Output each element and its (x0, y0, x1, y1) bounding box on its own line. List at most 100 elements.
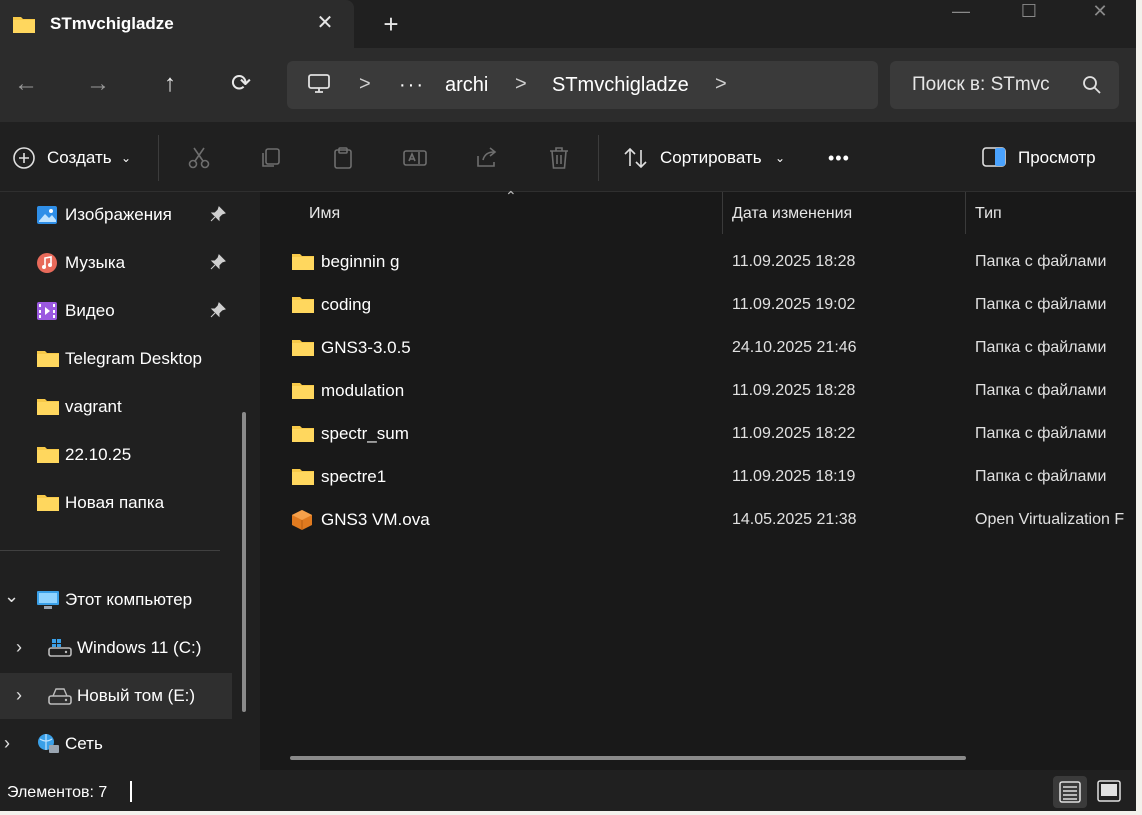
sidebar-item-vagrant[interactable]: vagrant (0, 384, 232, 430)
column-divider[interactable] (965, 192, 966, 234)
sidebar-item-new-folder[interactable]: Новая папка (0, 480, 232, 526)
folder-icon (291, 337, 315, 362)
search-box[interactable] (890, 61, 1119, 109)
column-divider[interactable] (722, 192, 723, 234)
chevron-right-icon[interactable]: › (16, 685, 22, 706)
table-row[interactable]: coding 11.09.2025 19:02 Папка с файлами (262, 284, 1136, 327)
details-view-button[interactable] (1053, 776, 1087, 808)
sidebar-item-network[interactable]: › Сеть (0, 721, 232, 767)
chevron-right-icon[interactable]: › (4, 733, 10, 754)
pin-icon[interactable] (210, 206, 226, 227)
minimize-button[interactable]: — (938, 0, 984, 26)
file-list: ⌃ Имя Дата изменения Тип beginnin g 11.0… (262, 188, 1136, 770)
breadcrumb-overflow-button[interactable]: ··· (399, 74, 425, 97)
chevron-right-icon[interactable]: › (16, 637, 22, 658)
sidebar-item-pictures[interactable]: Изображения (0, 192, 232, 238)
sidebar-item-label: Этот компьютер (65, 590, 193, 609)
sidebar-item-video[interactable]: Видео (0, 288, 232, 334)
sidebar-item-label: Видео (65, 301, 115, 320)
share-icon[interactable] (475, 146, 499, 175)
chevron-down-icon[interactable]: ⌄ (4, 586, 19, 607)
folder-icon (291, 466, 315, 491)
tab-close-icon[interactable]: ✕ (312, 10, 338, 36)
computer-icon (307, 73, 331, 100)
breadcrumb-separator: > (359, 73, 371, 95)
table-row[interactable]: spectr_sum 11.09.2025 18:22 Папка с файл… (262, 413, 1136, 456)
file-date: 24.10.2025 21:46 (732, 339, 857, 356)
sort-chevron-down-icon[interactable]: ⌄ (775, 144, 785, 172)
file-explorer-window: STmvchigladze ✕ + — ☐ ✕ ← → ↑ ⟳ > ··· ar… (0, 0, 1136, 811)
sidebar-item-label: vagrant (65, 397, 122, 416)
sidebar-item-volume-e[interactable]: › Новый том (E:) (0, 673, 232, 719)
refresh-button[interactable]: ⟳ (223, 68, 259, 100)
table-row[interactable]: GNS3-3.0.5 24.10.2025 21:46 Папка с файл… (262, 327, 1136, 370)
search-input[interactable] (912, 73, 1062, 97)
folder-icon (12, 14, 36, 39)
sidebar-item-telegram-desktop[interactable]: Telegram Desktop (0, 336, 232, 382)
breadcrumb-current[interactable]: STmvchigladze (552, 74, 689, 97)
file-type: Папка с файлами (975, 382, 1107, 399)
file-date: 14.05.2025 21:38 (732, 511, 857, 528)
breadcrumb-archi[interactable]: archi (445, 74, 488, 97)
file-date: 11.09.2025 18:28 (732, 382, 856, 399)
new-tab-button[interactable]: + (378, 10, 404, 38)
toolbar-divider (598, 135, 599, 181)
table-row[interactable]: modulation 11.09.2025 18:28 Папка с файл… (262, 370, 1136, 413)
item-count: Элементов: 7 (7, 784, 108, 801)
sidebar-item-this-pc[interactable]: ⌄ Этот компьютер (0, 577, 232, 623)
table-row[interactable]: beginnin g 11.09.2025 18:28 Папка с файл… (262, 241, 1136, 284)
file-name: modulation (321, 381, 405, 400)
sort-button[interactable]: Сортировать (660, 144, 762, 172)
create-button[interactable]: Создать (47, 144, 112, 172)
table-row[interactable]: GNS3 VM.ova 14.05.2025 21:38 Open Virtua… (262, 499, 1136, 542)
sidebar-divider (0, 550, 220, 551)
close-window-button[interactable]: ✕ (1077, 0, 1123, 26)
table-row[interactable]: spectre1 11.09.2025 18:19 Папка с файлам… (262, 456, 1136, 499)
ova-package-icon (291, 509, 313, 536)
tab-title: STmvchigladze (50, 14, 174, 33)
column-header-name[interactable]: Имя (309, 205, 340, 223)
create-chevron-down-icon[interactable]: ⌄ (121, 144, 131, 172)
copy-icon[interactable] (259, 146, 283, 175)
sidebar-item-label: Windows 11 (C:) (77, 638, 202, 657)
sidebar-item-windows-drive[interactable]: › Windows 11 (C:) (0, 625, 232, 671)
preview-button[interactable]: Просмотр (1018, 144, 1096, 172)
delete-icon[interactable] (547, 146, 571, 175)
up-button[interactable]: ↑ (152, 68, 188, 100)
back-button[interactable]: ← (8, 68, 44, 100)
more-options-button[interactable]: ••• (828, 144, 850, 172)
folder-icon (291, 294, 315, 319)
pin-icon[interactable] (210, 254, 226, 275)
status-bar: Элементов: 7 (0, 770, 1136, 811)
breadcrumb-separator[interactable]: > (715, 73, 727, 96)
explorer-tab[interactable]: STmvchigladze ✕ (0, 0, 354, 48)
file-name: GNS3 VM.ova (321, 510, 430, 529)
sidebar-scrollbar[interactable] (242, 412, 246, 712)
forward-button[interactable]: → (80, 68, 116, 100)
text-cursor (130, 781, 132, 802)
tiles-view-button[interactable] (1092, 776, 1126, 808)
file-type: Папка с файлами (975, 468, 1107, 485)
sidebar-item-22-10-25[interactable]: 22.10.25 (0, 432, 232, 478)
cut-icon[interactable] (187, 146, 211, 175)
sidebar-item-label: Изображения (65, 205, 172, 224)
horizontal-scrollbar[interactable] (290, 756, 966, 760)
column-header-date[interactable]: Дата изменения (732, 205, 852, 223)
sidebar-item-music[interactable]: Музыка (0, 240, 232, 286)
video-icon (36, 300, 58, 327)
command-bar: Создать ⌄ Сортировать ⌄ ••• Просмотр (0, 122, 1136, 192)
navigation-bar: ← → ↑ ⟳ > ··· archi > STmvchigladze > (0, 48, 1136, 122)
rename-icon[interactable] (403, 146, 427, 175)
maximize-button[interactable]: ☐ (1006, 0, 1052, 26)
folder-icon (291, 380, 315, 405)
file-name: GNS3-3.0.5 (321, 338, 411, 357)
file-type: Папка с файлами (975, 253, 1107, 270)
pin-icon[interactable] (210, 302, 226, 323)
column-header-type[interactable]: Тип (975, 205, 1002, 223)
paste-icon[interactable] (331, 146, 355, 175)
address-bar[interactable]: > ··· archi > STmvchigladze > (287, 61, 878, 109)
folder-icon (36, 492, 60, 517)
search-icon[interactable] (1082, 75, 1102, 100)
folder-icon (291, 251, 315, 276)
breadcrumb-separator: > (515, 73, 527, 95)
